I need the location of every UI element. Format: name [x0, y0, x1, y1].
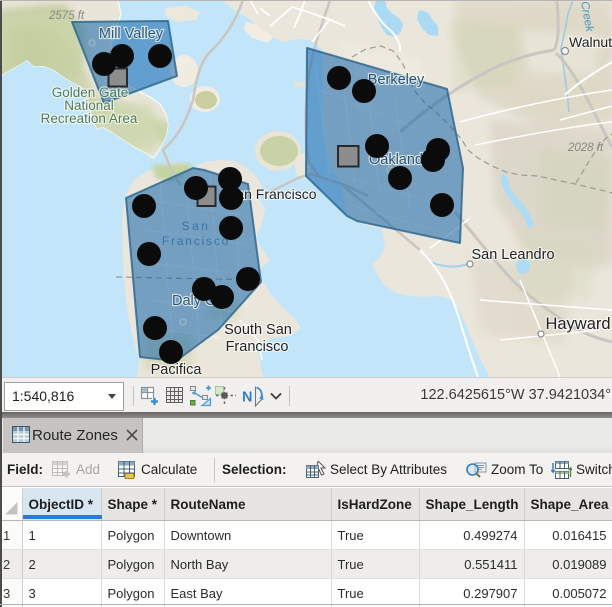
svg-text:Pacifica: Pacifica: [151, 362, 203, 377]
svg-text:Francisco: Francisco: [226, 339, 289, 355]
svg-text:Walnut: Walnut: [569, 34, 612, 50]
svg-text:South San: South San: [224, 322, 292, 338]
svg-text:2028 ft: 2028 ft: [567, 142, 604, 154]
svg-text:Hayward: Hayward: [545, 315, 610, 333]
svg-text:2575 ft: 2575 ft: [48, 10, 85, 22]
svg-text:Recreation Area: Recreation Area: [41, 111, 138, 126]
svg-text:Mill Valley: Mill Valley: [99, 26, 164, 42]
svg-text:San Leandro: San Leandro: [471, 247, 554, 263]
svg-text:Berkeley: Berkeley: [368, 72, 425, 88]
svg-text:N: N: [242, 390, 252, 406]
